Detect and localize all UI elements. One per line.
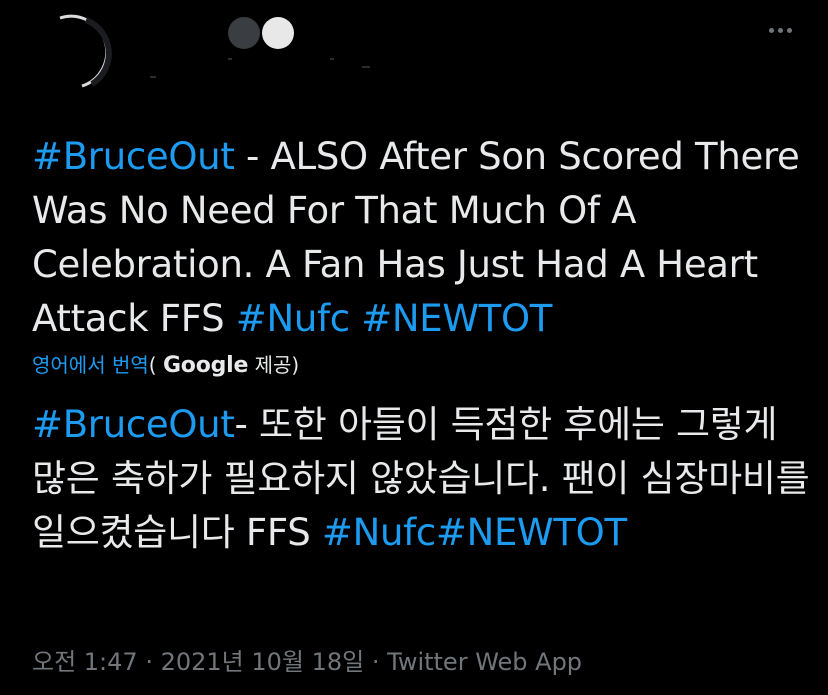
tweet-text-space: [350, 297, 361, 340]
google-logo: Google: [162, 353, 249, 378]
more-dot: [777, 27, 783, 33]
display-name-obscured[interactable]: [228, 17, 298, 49]
avatar-crescent-icon: [59, 14, 112, 88]
hashtag-newtot[interactable]: #NEWTOT: [361, 297, 552, 340]
redaction-speck: [228, 58, 232, 60]
tweet-meta: 오전 1:47 · 2021년 10월 18일 · Twitter Web Ap…: [32, 644, 582, 680]
redaction-dot: [228, 17, 260, 49]
more-dot: [768, 27, 774, 33]
hashtag-nufc[interactable]: #Nufc: [236, 297, 350, 340]
translation-attribution: 영어에서 번역( Google 제공): [32, 350, 299, 381]
hashtag-bruceout[interactable]: #BruceOut: [32, 135, 235, 178]
translated-text: #BruceOut- 또한 아들이 득점한 후에는 그렇게 많은 축하가 필요하…: [32, 398, 812, 560]
redaction-dot: [262, 17, 294, 49]
paren-open: (: [148, 353, 157, 377]
hashtag-newtot[interactable]: #NEWTOT: [436, 511, 627, 554]
more-horizontal-icon[interactable]: [762, 18, 798, 42]
translate-link[interactable]: 영어에서 번역: [32, 353, 149, 377]
avatar[interactable]: [52, 14, 116, 90]
provided-by-label: 제공): [248, 353, 300, 377]
tweet-time[interactable]: 오전 1:47: [32, 648, 138, 676]
tweet-source[interactable]: Twitter Web App: [387, 648, 582, 676]
hashtag-bruceout[interactable]: #BruceOut: [32, 403, 235, 446]
meta-separator: ·: [364, 648, 388, 676]
redaction-speck: [150, 76, 156, 78]
tweet-header: [0, 0, 828, 110]
tweet-text: #BruceOut - ALSO After Son Scored There …: [32, 130, 812, 346]
meta-separator: ·: [137, 648, 161, 676]
redaction-speck: [330, 58, 334, 60]
more-dot: [786, 27, 792, 33]
tweet-date[interactable]: 2021년 10월 18일: [161, 648, 365, 676]
redaction-speck: [362, 66, 370, 68]
hashtag-nufc[interactable]: #Nufc: [322, 511, 436, 554]
